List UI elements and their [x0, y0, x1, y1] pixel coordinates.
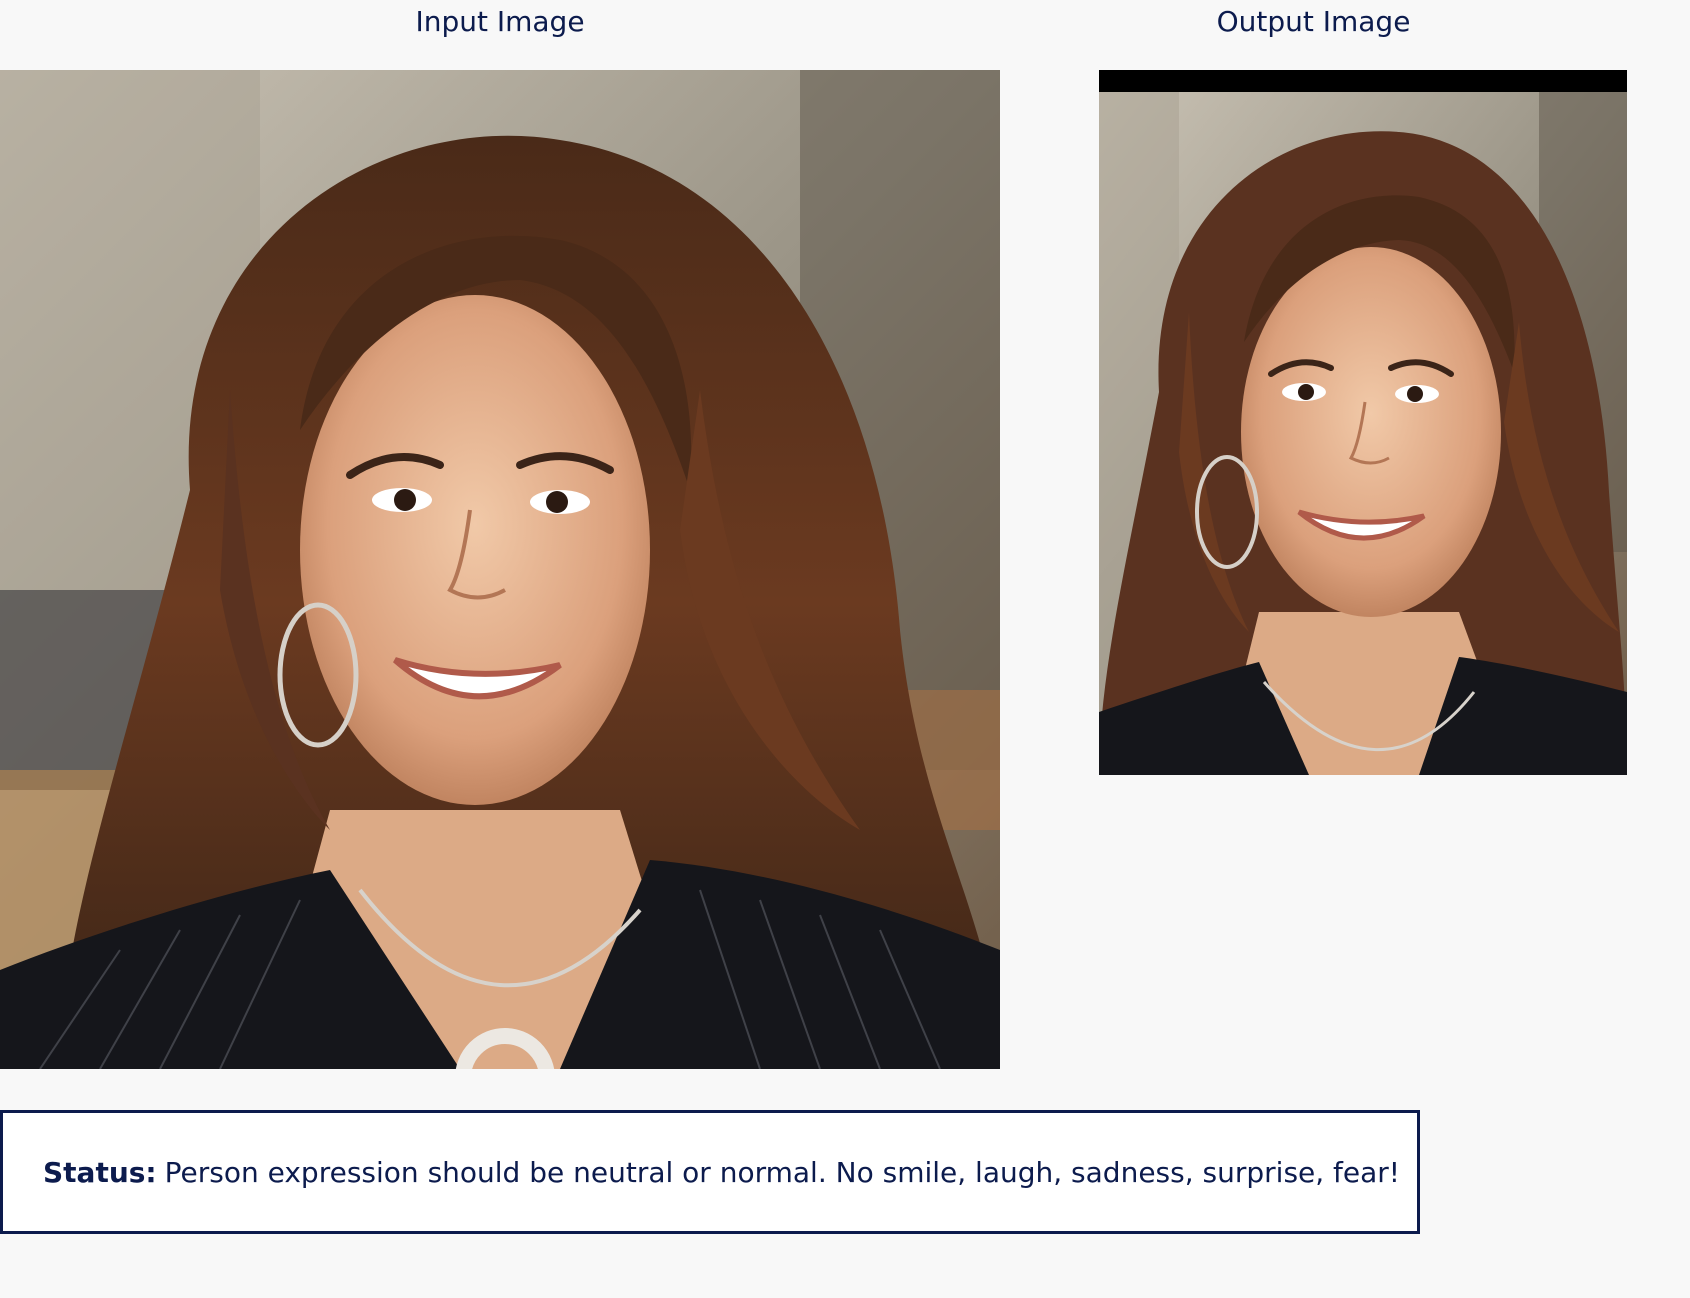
status-label: Status: — [43, 1155, 157, 1189]
status-box: Status: Person expression should be neut… — [0, 1110, 1420, 1234]
input-image — [0, 70, 1000, 1069]
output-image-title: Output Image — [1216, 5, 1411, 38]
status-message: Person expression should be neutral or n… — [164, 1155, 1401, 1189]
output-image — [1099, 70, 1627, 775]
output-image-top-band — [1099, 70, 1627, 92]
input-image-title: Input Image — [415, 5, 585, 38]
app-page: Input Image Output Image Status: Person … — [0, 0, 1690, 1298]
